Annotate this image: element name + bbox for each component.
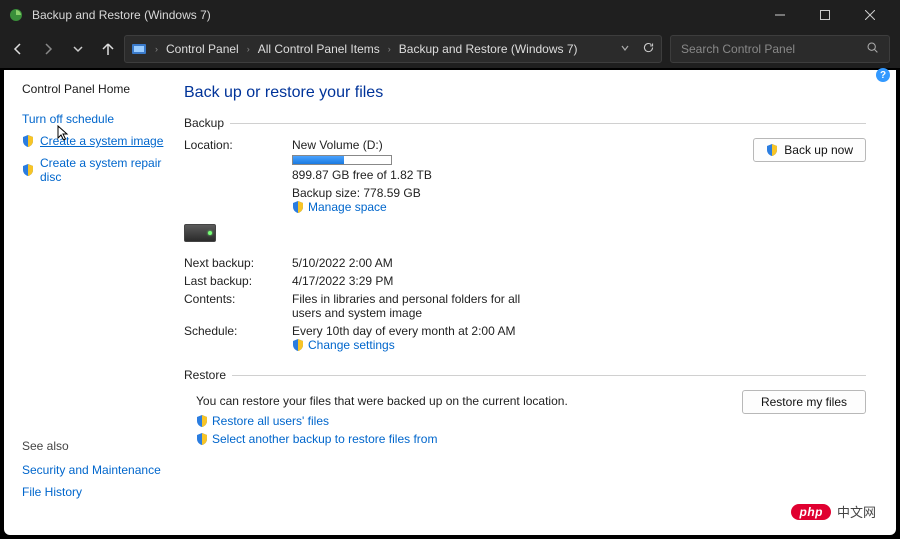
search-icon	[866, 41, 879, 57]
contents-value: Files in libraries and personal folders …	[292, 292, 552, 320]
restore-legend: Restore	[184, 368, 232, 382]
sidebar: Control Panel Home Turn off schedule Cre…	[4, 70, 174, 535]
search-input[interactable]: Search Control Panel	[670, 35, 890, 63]
window-title: Backup and Restore (Windows 7)	[32, 8, 211, 22]
page-heading: Back up or restore your files	[184, 84, 866, 102]
navbar: › Control Panel › All Control Panel Item…	[0, 30, 900, 68]
last-backup-label: Last backup:	[184, 274, 284, 288]
watermark: php 中文网	[791, 502, 876, 521]
app-icon	[8, 7, 24, 23]
main-panel: Back up or restore your files Backup Loc…	[174, 70, 896, 535]
schedule-value: Every 10th day of every month at 2:00 AM	[292, 324, 866, 338]
last-backup-value: 4/17/2022 3:29 PM	[292, 274, 866, 288]
shield-icon	[22, 164, 34, 176]
minimize-button[interactable]	[757, 0, 802, 30]
sidebar-item-create-repair-disc[interactable]: Create a system repair disc	[22, 156, 164, 184]
see-also-header: See also	[22, 439, 164, 453]
address-bar[interactable]: › Control Panel › All Control Panel Item…	[124, 35, 662, 63]
location-value: New Volume (D:)	[292, 138, 552, 152]
drive-icon	[184, 224, 216, 242]
restore-section: Restore You can restore your files that …	[184, 368, 866, 450]
breadcrumb-item[interactable]: Backup and Restore (Windows 7)	[395, 40, 582, 58]
control-panel-home-link[interactable]: Control Panel Home	[22, 82, 164, 96]
capacity-bar	[292, 155, 392, 165]
shield-icon	[292, 201, 304, 213]
chevron-right-icon: ›	[155, 44, 158, 54]
sidebar-item-label: Turn off schedule	[22, 112, 114, 126]
restore-my-files-button[interactable]: Restore my files	[742, 390, 866, 414]
up-button[interactable]	[100, 41, 116, 57]
maximize-button[interactable]	[802, 0, 847, 30]
shield-icon	[196, 415, 208, 427]
capacity-fill	[293, 156, 344, 164]
back-button[interactable]	[10, 41, 26, 57]
chevron-right-icon: ›	[247, 44, 250, 54]
search-placeholder: Search Control Panel	[681, 42, 795, 56]
change-settings-link[interactable]: Change settings	[292, 338, 866, 352]
control-panel-icon	[131, 41, 147, 57]
backup-section: Backup Location: New Volume (D:) 899.87 …	[184, 116, 866, 356]
sidebar-item-create-system-image[interactable]: Create a system image	[22, 134, 164, 148]
sidebar-item-label: Create a system repair disc	[40, 156, 164, 184]
sidebar-item-label: Create a system image	[40, 134, 163, 148]
address-dropdown[interactable]	[620, 43, 630, 56]
watermark-text: 中文网	[837, 502, 876, 521]
help-icon[interactable]: ?	[876, 68, 890, 82]
content-area: ? Control Panel Home Turn off schedule C…	[4, 70, 896, 535]
recent-dropdown[interactable]	[70, 41, 86, 57]
restore-all-users-link[interactable]: Restore all users' files	[196, 414, 742, 428]
close-button[interactable]	[847, 0, 892, 30]
next-backup-value: 5/10/2022 2:00 AM	[292, 256, 866, 270]
location-label: Location:	[184, 138, 284, 152]
backup-size: Backup size: 778.59 GB	[292, 186, 552, 200]
breadcrumb-item[interactable]: Control Panel	[162, 40, 243, 58]
php-logo: php	[791, 504, 831, 520]
sidebar-seealso-filehistory[interactable]: File History	[22, 485, 164, 499]
sidebar-item-turn-off-schedule[interactable]: Turn off schedule	[22, 112, 164, 126]
refresh-button[interactable]	[642, 41, 655, 57]
sidebar-seealso-security[interactable]: Security and Maintenance	[22, 463, 164, 477]
backup-legend: Backup	[184, 116, 230, 130]
select-another-backup-link[interactable]: Select another backup to restore files f…	[196, 432, 742, 446]
schedule-label: Schedule:	[184, 324, 284, 338]
next-backup-label: Next backup:	[184, 256, 284, 270]
forward-button[interactable]	[40, 41, 56, 57]
shield-icon	[766, 144, 778, 156]
chevron-right-icon: ›	[388, 44, 391, 54]
titlebar: Backup and Restore (Windows 7)	[0, 0, 900, 30]
manage-space-link[interactable]: Manage space	[292, 200, 552, 214]
capacity-text: 899.87 GB free of 1.82 TB	[292, 168, 552, 182]
back-up-now-button[interactable]: Back up now	[753, 138, 866, 162]
breadcrumb-item[interactable]: All Control Panel Items	[254, 40, 384, 58]
shield-icon	[292, 339, 304, 351]
restore-text: You can restore your files that were bac…	[196, 394, 742, 408]
contents-label: Contents:	[184, 292, 284, 306]
shield-icon	[196, 433, 208, 445]
shield-icon	[22, 135, 34, 147]
